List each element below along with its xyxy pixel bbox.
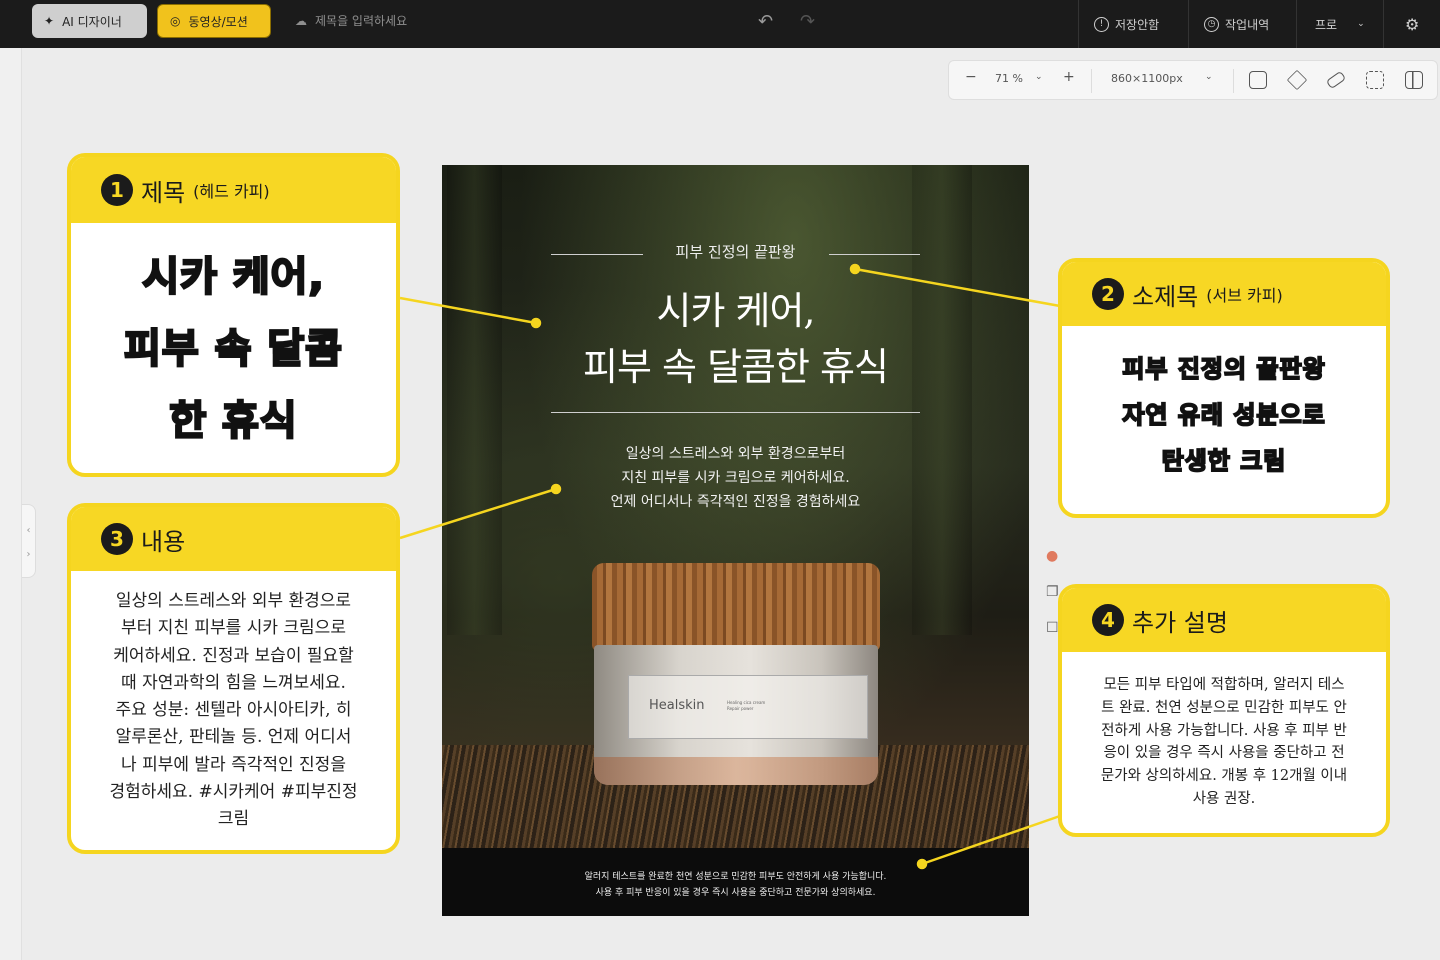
callout-heavy-text: 시카 케어, 피부 속 달콤 한 휴식 bbox=[71, 223, 396, 457]
callout-title-label: 제목 bbox=[141, 178, 186, 207]
callout-heavy-line: 한 휴식 bbox=[168, 397, 298, 446]
callout-content: 3 내용 일상의 스트레스와 외부 환경으로 부터 지친 피부를 시카 크림으로… bbox=[67, 503, 400, 854]
callout-number: 2 bbox=[1092, 278, 1124, 310]
connector-dot bbox=[916, 858, 928, 870]
callout-body-line: 경험하세요. #시카케어 #피부진정 bbox=[109, 782, 358, 803]
callout-number: 3 bbox=[101, 523, 133, 555]
callout-body-line: 일상의 스트레스와 외부 환경으로 bbox=[115, 591, 352, 611]
callout-body-line: 모든 피부 타입에 적합하며, 알러지 테스 bbox=[1103, 677, 1345, 693]
callout-header: 1 제목 (헤드 카피) bbox=[71, 157, 396, 223]
connector-subtitle bbox=[854, 267, 1061, 308]
callout-body-line: 응이 있을 경우 즉시 사용을 중단하고 전 bbox=[1103, 745, 1345, 762]
callout-body-line: 부터 지친 피부를 시카 크림으로 bbox=[121, 618, 346, 639]
callout-body-line: 나 피부에 발라 즉각적인 진정을 bbox=[121, 754, 346, 775]
callout-heavy-line: 시카 케어, bbox=[141, 253, 325, 302]
callout-body-line: 크림 bbox=[217, 809, 250, 830]
callout-extra: 4 추가 설명 모든 피부 타입에 적합하며, 알러지 테스 트 완료. 천연 … bbox=[1058, 584, 1390, 837]
connector-dot bbox=[550, 483, 562, 495]
callout-heavy-line: 탄생한 크림 bbox=[1161, 446, 1287, 476]
callout-title-label: 내용 bbox=[141, 527, 186, 556]
callout-heavy-line: 피부 속 달콤 bbox=[123, 325, 343, 374]
callout-title-sub: (헤드 카피) bbox=[193, 182, 270, 201]
callout-number: 4 bbox=[1092, 604, 1124, 636]
callout-heavy-line: 피부 진정의 끝판왕 bbox=[1121, 354, 1326, 384]
callout-body-line: 사용 권장. bbox=[1192, 790, 1256, 807]
connector-title bbox=[399, 296, 537, 325]
callout-body-line: 문가와 상의하세요. 개봉 후 12개월 이내 bbox=[1100, 768, 1348, 785]
callout-body-line: 트 완료. 천연 성분으로 민감한 피부도 안 bbox=[1101, 699, 1347, 716]
callout-header: 2 소제목 (서브 카피) bbox=[1062, 262, 1386, 326]
callout-header: 3 내용 bbox=[71, 507, 396, 571]
callout-title: 1 제목 (헤드 카피) 시카 케어, 피부 속 달콤 한 휴식 bbox=[67, 153, 400, 477]
callout-body-line: 때 자연과학의 힘을 느껴보세요. bbox=[121, 672, 346, 693]
callout-body-text: 모든 피부 타입에 적합하며, 알러지 테스 트 완료. 천연 성분으로 민감한… bbox=[1062, 652, 1386, 811]
callout-title-label: 소제목 bbox=[1132, 282, 1199, 311]
callout-body-text: 일상의 스트레스와 외부 환경으로 부터 지친 피부를 시카 크림으로 케어하세… bbox=[71, 571, 396, 834]
callout-title-sub: (서브 카피) bbox=[1206, 286, 1283, 305]
callout-body-line: 케어하세요. 진정과 보습이 필요할 bbox=[113, 645, 354, 666]
callout-body-line: 알루론산, 판테놀 등. 언제 어디서 bbox=[115, 727, 352, 748]
callout-subtitle: 2 소제목 (서브 카피) 피부 진정의 끝판왕 자연 유래 성분으로 탄생한 … bbox=[1058, 258, 1390, 518]
connector-footer bbox=[921, 814, 1061, 866]
connector-body bbox=[399, 487, 557, 540]
callout-number: 1 bbox=[101, 174, 133, 206]
callout-header: 4 추가 설명 bbox=[1062, 588, 1386, 652]
callout-heavy-line: 자연 유래 성분으로 bbox=[1121, 400, 1326, 430]
connector-dot bbox=[849, 263, 861, 275]
connector-dot bbox=[530, 317, 542, 329]
callout-body-line: 주요 성분: 센텔라 아시아티카, 히 bbox=[115, 700, 352, 721]
callout-body-line: 전하게 사용 가능합니다. 사용 후 피부 반 bbox=[1101, 722, 1347, 739]
callout-title-label: 추가 설명 bbox=[1132, 608, 1228, 637]
callout-heavy-text: 피부 진정의 끝판왕 자연 유래 성분으로 탄생한 크림 bbox=[1062, 326, 1386, 484]
